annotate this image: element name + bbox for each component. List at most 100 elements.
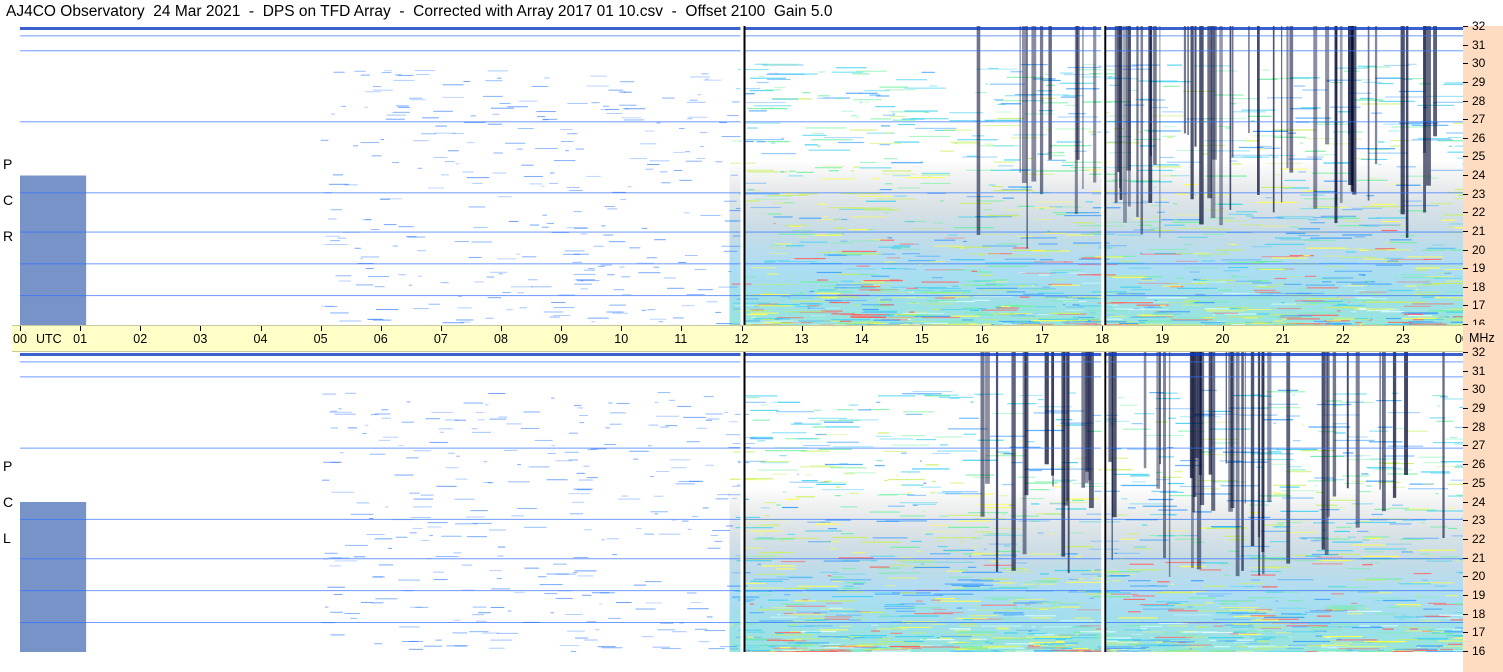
y-tick-label: 22 xyxy=(1472,531,1486,546)
marker-shadow xyxy=(1104,26,1107,325)
x-tick xyxy=(1282,326,1284,331)
x-tick xyxy=(1342,326,1344,331)
x-tick xyxy=(1162,326,1164,331)
x-tick-label: 22 xyxy=(1335,332,1350,346)
y-tick-label: 21 xyxy=(1472,223,1486,238)
early-noise xyxy=(20,502,87,652)
y-tick xyxy=(1463,193,1468,195)
y-tick-label: 27 xyxy=(1472,112,1486,127)
x-tick-label: 01 xyxy=(73,332,88,346)
y-tick-label: 29 xyxy=(1472,401,1486,416)
x-tick-label: 12 xyxy=(734,332,749,346)
y-tick-label: 23 xyxy=(1472,186,1486,201)
y-tick-label: 31 xyxy=(1472,363,1486,378)
y-tick xyxy=(1463,632,1468,634)
y-tick-label: 22 xyxy=(1472,205,1486,220)
y-tick-label: 16 xyxy=(1472,644,1486,658)
rcp-frequency-axis: 32 31 30 29 28 27 26 25 24 23 22 21 20 19 18 17 16 xyxy=(1463,20,1503,330)
y-tick xyxy=(1463,464,1468,466)
x-tick-label: 15 xyxy=(914,332,929,346)
x-tick-label: 21 xyxy=(1275,332,1290,346)
x-tick xyxy=(440,326,442,331)
x-tick xyxy=(200,326,202,331)
x-tick-label: 20 xyxy=(1215,332,1230,346)
lcp-letter-p: P xyxy=(3,458,13,474)
x-tick-label: 05 xyxy=(313,332,328,346)
lcp-letter-l: L xyxy=(3,530,11,546)
y-tick-label: 19 xyxy=(1472,261,1486,276)
time-marker-1 xyxy=(1101,352,1105,652)
y-tick xyxy=(1463,389,1468,391)
y-tick-label: 25 xyxy=(1472,149,1486,164)
y-tick-label: 24 xyxy=(1472,494,1486,509)
y-tick xyxy=(1463,594,1468,596)
x-tick xyxy=(1402,326,1404,331)
y-tick-label: 28 xyxy=(1472,419,1486,434)
y-tick xyxy=(1463,26,1468,27)
rcp-spectrogram xyxy=(20,26,1463,325)
x-tick xyxy=(681,326,683,331)
y-tick-label: 30 xyxy=(1472,56,1486,71)
y-tick-label: 17 xyxy=(1472,625,1486,640)
lcp-letter-c: C xyxy=(3,494,14,510)
y-tick xyxy=(1463,44,1468,46)
y-tick xyxy=(1463,81,1468,83)
rcp-label: R C P xyxy=(0,26,20,325)
x-tick xyxy=(921,326,923,331)
x-tick-label: 14 xyxy=(854,332,869,346)
y-tick-label: 20 xyxy=(1472,242,1486,257)
x-tick-label: 08 xyxy=(494,332,508,346)
daytime-brightening xyxy=(729,352,1463,652)
x-tick xyxy=(561,326,563,331)
y-tick-label: 18 xyxy=(1472,606,1486,621)
spectrogram-1 xyxy=(20,352,1463,652)
x-tick xyxy=(80,326,82,331)
y-tick xyxy=(1463,100,1468,102)
x-tick-label: 07 xyxy=(433,332,448,346)
y-tick-label: 18 xyxy=(1472,279,1486,294)
x-tick-label: 18 xyxy=(1095,332,1110,346)
x-tick xyxy=(320,326,322,331)
y-tick-label: 26 xyxy=(1472,457,1486,472)
y-tick xyxy=(1463,305,1468,307)
x-tick xyxy=(861,326,863,331)
marker-shadow xyxy=(1104,352,1107,652)
x-tick-label: 16 xyxy=(975,332,989,346)
y-tick-label: 23 xyxy=(1472,513,1486,528)
y-tick xyxy=(1463,63,1468,65)
y-tick-label: 20 xyxy=(1472,569,1486,584)
y-tick-label: 31 xyxy=(1472,37,1486,52)
time-marker-1 xyxy=(1101,26,1105,325)
y-tick xyxy=(1463,482,1468,484)
x-tick xyxy=(380,326,382,331)
y-tick xyxy=(1463,175,1468,176)
y-tick-label: 26 xyxy=(1472,130,1486,145)
spectrogram-0 xyxy=(20,26,1463,325)
x-tick xyxy=(801,326,803,331)
x-tick-label: 04 xyxy=(253,332,268,346)
time-marker-0 xyxy=(740,352,744,652)
rcp-letter-c: C xyxy=(3,192,14,208)
x-tick xyxy=(260,326,262,331)
x-tick xyxy=(1222,326,1224,331)
lcp-spectrogram xyxy=(20,352,1463,652)
y-tick xyxy=(1463,501,1468,503)
y-tick xyxy=(1463,557,1468,559)
x-tick-label: 23 xyxy=(1395,332,1410,346)
y-tick xyxy=(1463,576,1468,578)
y-tick xyxy=(1463,613,1468,615)
y-tick-label: 32 xyxy=(1472,345,1486,359)
x-tick xyxy=(501,326,502,331)
y-tick-label: 32 xyxy=(1472,19,1486,33)
x-tick-label: 03 xyxy=(193,332,208,346)
y-tick-label: 30 xyxy=(1472,382,1486,397)
x-tick-label: 00 xyxy=(13,332,27,346)
y-tick-label: 17 xyxy=(1472,298,1486,313)
x-tick xyxy=(1042,326,1044,331)
y-tick xyxy=(1463,249,1468,251)
chart-title: AJ4CO Observatory 24 Mar 2021 - DPS on T… xyxy=(6,3,833,20)
x-tick xyxy=(140,326,142,331)
y-tick xyxy=(1463,268,1468,270)
y-tick-label: 21 xyxy=(1472,550,1486,565)
marker-shadow xyxy=(743,352,746,652)
